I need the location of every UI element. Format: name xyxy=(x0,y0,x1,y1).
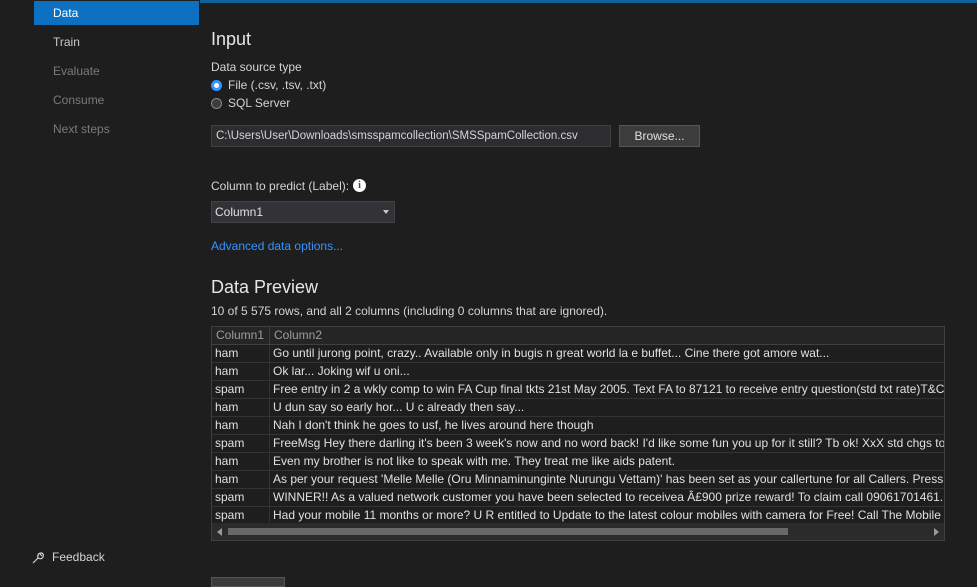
column-header[interactable]: Column1 xyxy=(212,327,270,344)
cell-label: spam xyxy=(212,489,270,507)
cell-text: Go until jurong point, crazy.. Available… xyxy=(273,346,830,360)
cell-text: Nah I don't think he goes to usf, he liv… xyxy=(273,418,594,432)
cell-text: Free entry in 2 a wkly comp to win FA Cu… xyxy=(273,382,944,396)
chevron-down-icon xyxy=(383,210,389,214)
radio-selected-indicator[interactable] xyxy=(211,79,222,91)
cell-label: spam xyxy=(212,381,270,399)
cell-label: ham xyxy=(212,417,270,435)
table-row[interactable]: ham U dun say so early hor... U c alread… xyxy=(212,399,944,417)
cell-text: As per your request 'Melle Melle (Oru Mi… xyxy=(273,472,944,486)
data-preview-title: Data Preview xyxy=(211,277,319,297)
scroll-left-icon[interactable] xyxy=(217,528,222,536)
browse-button[interactable]: Browse... xyxy=(619,125,700,147)
table-row[interactable]: spam FreeMsg Hey there darling it's been… xyxy=(212,435,944,453)
cell-label: ham xyxy=(212,453,270,471)
table-row[interactable]: ham As per your request 'Melle Melle (Or… xyxy=(212,471,944,489)
cell-label: ham xyxy=(212,399,270,417)
cell-text: U dun say so early hor... U c already th… xyxy=(273,400,525,414)
radio-unselected-indicator[interactable] xyxy=(211,97,222,109)
cell-text: Even my brother is not like to speak wit… xyxy=(273,454,675,468)
next-step-button[interactable] xyxy=(211,577,285,587)
radio-sql-server-label: SQL Server xyxy=(228,96,291,110)
cell-label: ham xyxy=(212,471,270,489)
column-to-predict-label: Column to predict (Label): xyxy=(211,179,350,193)
radio-sql-server[interactable]: SQL Server xyxy=(211,95,290,111)
feedback-icon xyxy=(32,550,46,564)
cell-text: Ok lar... Joking wif u oni... xyxy=(273,364,410,378)
sidebar-item-consume: Consume xyxy=(53,93,105,107)
feedback-label: Feedback xyxy=(52,550,105,564)
sidebar-item-train[interactable]: Train xyxy=(34,30,199,54)
main-panel: Input Data source type File (.csv, .tsv,… xyxy=(211,0,977,587)
table-row[interactable]: spam WINNER!! As a valued network custom… xyxy=(212,489,944,507)
table-row[interactable]: ham Go until jurong point, crazy.. Avail… xyxy=(212,345,944,363)
sidebar: Data Train Evaluate Consume Next steps F… xyxy=(0,0,200,582)
preview-summary: 10 of 5 575 rows, and all 2 columns (inc… xyxy=(211,304,608,318)
cell-label: ham xyxy=(212,363,270,381)
table-row[interactable]: ham Ok lar... Joking wif u oni... xyxy=(212,363,944,381)
horizontal-scrollbar[interactable] xyxy=(212,523,944,540)
sidebar-item-next-steps: Next steps xyxy=(53,122,110,136)
sidebar-item-evaluate: Evaluate xyxy=(53,64,100,78)
column-select-value: Column1 xyxy=(215,205,264,219)
feedback-button[interactable]: Feedback xyxy=(32,548,105,566)
cell-text: FreeMsg Hey there darling it's been 3 we… xyxy=(273,436,944,450)
column-header[interactable]: Column2 xyxy=(270,327,944,344)
column-select[interactable]: Column1 xyxy=(211,201,395,223)
cell-label: ham xyxy=(212,345,270,363)
file-path-input[interactable] xyxy=(211,125,611,147)
data-preview-grid[interactable]: Column1 Column2 ham Go until jurong poin… xyxy=(211,326,945,541)
cell-text: WINNER!! As a valued network customer yo… xyxy=(273,490,944,504)
scroll-right-icon[interactable] xyxy=(934,528,939,536)
input-title: Input xyxy=(211,29,252,49)
sidebar-item-data[interactable]: Data xyxy=(34,1,199,25)
table-row[interactable]: ham Nah I don't think he goes to usf, he… xyxy=(212,417,944,435)
info-icon[interactable]: i xyxy=(353,179,366,192)
cell-label: spam xyxy=(212,435,270,453)
table-row[interactable]: spam Free entry in 2 a wkly comp to win … xyxy=(212,381,944,399)
grid-header: Column1 Column2 xyxy=(212,327,944,345)
scrollbar-thumb[interactable] xyxy=(228,528,788,535)
advanced-data-options-link[interactable]: Advanced data options... xyxy=(211,239,343,253)
source-type-label: Data source type xyxy=(211,60,302,74)
radio-file[interactable]: File (.csv, .tsv, .txt) xyxy=(211,77,326,93)
radio-file-label: File (.csv, .tsv, .txt) xyxy=(228,78,327,92)
table-row[interactable]: ham Even my brother is not like to speak… xyxy=(212,453,944,471)
